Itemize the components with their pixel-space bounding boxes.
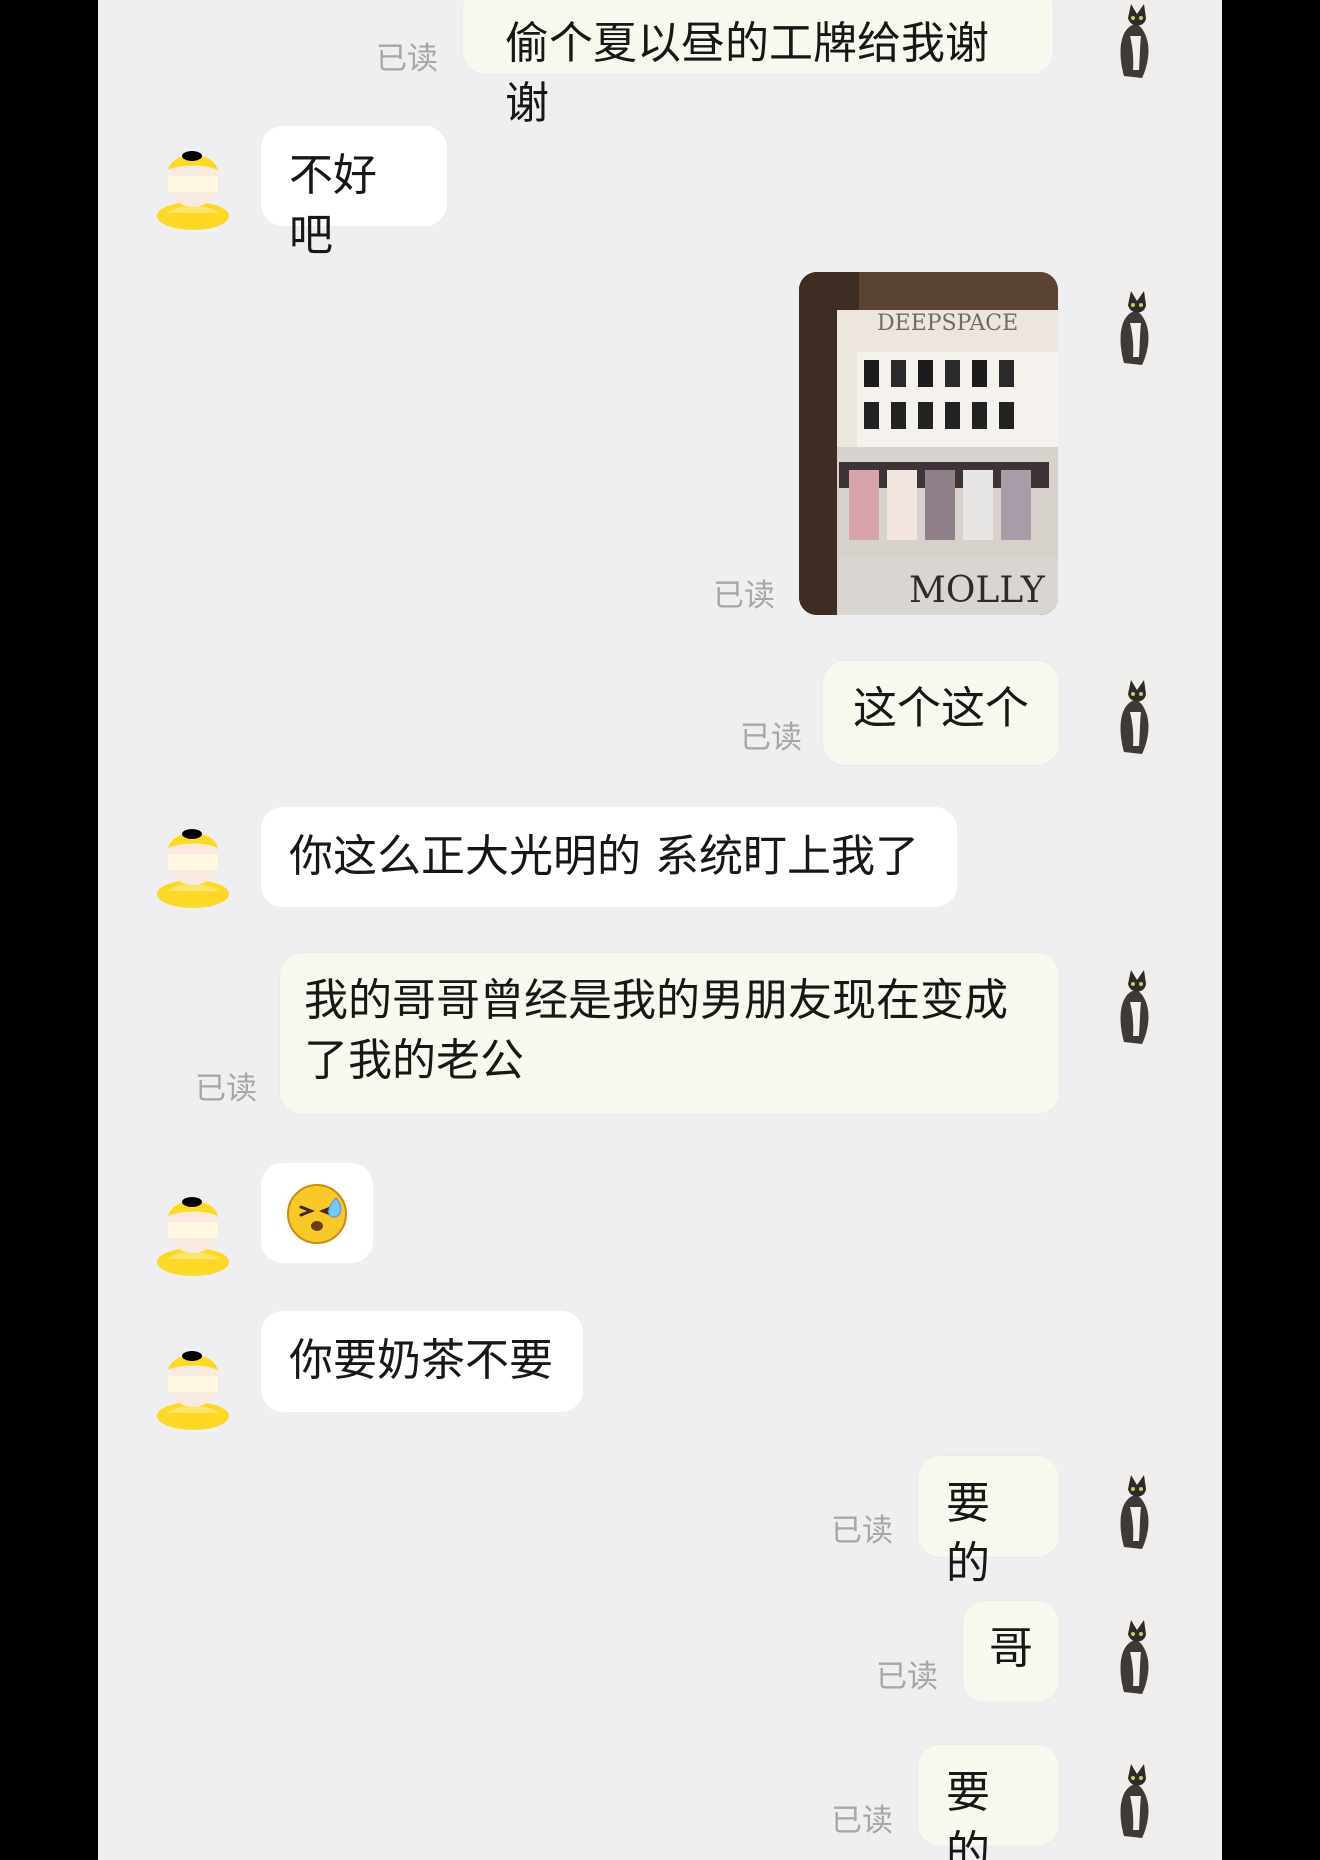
message-bubble-outgoing[interactable]: 偷个夏以昼的工牌给我谢谢: [463, 0, 1053, 129]
message-text: 要的: [946, 1478, 990, 1589]
message-text: 你这么正大光明的 系统盯上我了: [289, 831, 919, 882]
message-bubble-outgoing[interactable]: 这个这个: [823, 661, 1059, 765]
image-text-deepspace: DEEPSPACE: [877, 311, 1018, 336]
cat-avatar-icon[interactable]: [1084, 950, 1184, 1050]
cat-avatar-icon[interactable]: [1084, 1744, 1184, 1844]
chat-image-photo[interactable]: DEEPSPACE MOLLY: [799, 272, 1058, 615]
sweat-squint-emoji-icon: [287, 1184, 347, 1244]
cat-avatar-icon[interactable]: [1084, 0, 1184, 84]
message-bubble-incoming[interactable]: [261, 1163, 373, 1263]
read-status: 已读: [195, 1071, 257, 1107]
cat-avatar-icon[interactable]: [1084, 1455, 1184, 1555]
message-text: 你要奶茶不要: [289, 1335, 553, 1386]
read-status: 已读: [376, 41, 438, 77]
message-bubble-outgoing[interactable]: 我的哥哥曾经是我的男朋友现在变成 了我的老公: [280, 953, 1059, 1114]
read-status: 已读: [831, 1513, 893, 1549]
cat-avatar-icon[interactable]: [1084, 271, 1184, 371]
read-status: 已读: [876, 1659, 938, 1695]
message-text: 要的: [946, 1767, 990, 1860]
message-bubble-incoming[interactable]: 不好吧: [261, 126, 447, 261]
message-text-line-1: 我的哥哥曾经是我的男朋友现在变成: [304, 975, 1008, 1026]
read-status: 已读: [740, 720, 802, 756]
message-bubble-incoming[interactable]: 你这么正大光明的 系统盯上我了: [261, 807, 957, 907]
image-text-molly: MOLLY: [909, 570, 1046, 611]
message-text: 哥: [989, 1623, 1033, 1674]
chat-screenshot: 已读 偷个夏以昼的工牌给我谢谢 不好吧 DEEPSPACE MOLLY 已读 已…: [0, 0, 1320, 1860]
message-bubble-outgoing[interactable]: 要的: [918, 1456, 1059, 1589]
duck-avatar-icon[interactable]: [143, 812, 243, 912]
message-bubble-incoming[interactable]: 你要奶茶不要: [261, 1311, 583, 1412]
read-status: 已读: [713, 578, 775, 614]
message-text: 偷个夏以昼的工牌给我谢谢: [505, 18, 989, 129]
chat-area[interactable]: 已读 偷个夏以昼的工牌给我谢谢 不好吧 DEEPSPACE MOLLY 已读 已…: [98, 0, 1222, 1860]
read-status: 已读: [831, 1803, 893, 1839]
duck-avatar-icon[interactable]: [143, 134, 243, 234]
duck-avatar-icon[interactable]: [143, 1180, 243, 1280]
cat-avatar-icon[interactable]: [1084, 1600, 1184, 1700]
cat-avatar-icon[interactable]: [1084, 660, 1184, 760]
message-bubble-outgoing[interactable]: 哥: [963, 1601, 1059, 1702]
duck-avatar-icon[interactable]: [143, 1334, 243, 1434]
message-bubble-outgoing[interactable]: 要的: [918, 1745, 1059, 1860]
message-text-line-2: 了我的老公: [304, 1035, 524, 1086]
message-text: 这个这个: [853, 683, 1029, 734]
message-text: 不好吧: [289, 150, 377, 261]
